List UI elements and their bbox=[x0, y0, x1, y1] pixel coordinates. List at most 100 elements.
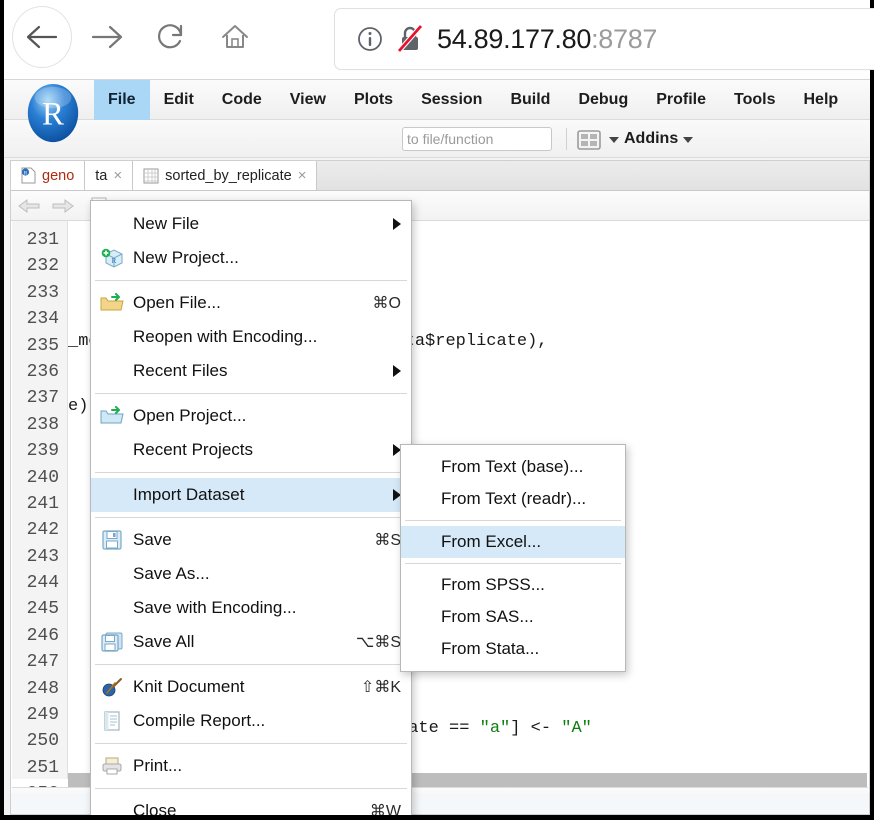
pane-layout-icon[interactable] bbox=[576, 129, 602, 151]
code-string: "A" bbox=[561, 718, 592, 738]
editor-tab-label: sorted_by_replicate bbox=[165, 167, 292, 184]
line-number: 238 bbox=[26, 414, 59, 435]
addins-button[interactable]: Addins bbox=[624, 130, 678, 148]
menubar-items: File Edit Code View Plots Session Build … bbox=[94, 80, 852, 120]
no-icon bbox=[99, 483, 125, 507]
url-text: 54.89.177.80:8787 bbox=[437, 24, 657, 55]
menu-separator bbox=[95, 788, 407, 789]
file-dropdown-menu: New File R New Project... Open File... ⌘… bbox=[90, 200, 412, 815]
editor-tab-partial[interactable]: ta × bbox=[85, 161, 134, 190]
goto-file-function-input[interactable]: to file/function bbox=[402, 127, 552, 151]
menu-item-new-project[interactable]: R New Project... bbox=[91, 241, 411, 275]
menu-item-import-dataset[interactable]: Import Dataset bbox=[91, 478, 411, 512]
menu-item-save-all[interactable]: Save All ⌥⌘S bbox=[91, 625, 411, 659]
menubar-item-edit[interactable]: Edit bbox=[150, 80, 208, 120]
menu-item-save[interactable]: Save ⌘S bbox=[91, 523, 411, 557]
menu-item-recent-files[interactable]: Recent Files bbox=[91, 354, 411, 388]
no-icon bbox=[99, 325, 125, 349]
menubar-item-session[interactable]: Session bbox=[407, 80, 496, 120]
reload-button[interactable] bbox=[142, 8, 200, 66]
line-number: 236 bbox=[26, 361, 59, 382]
menubar-item-code[interactable]: Code bbox=[208, 80, 276, 120]
save-icon bbox=[99, 528, 125, 552]
menubar-item-plots[interactable]: Plots bbox=[340, 80, 407, 120]
r-logo-icon: R bbox=[27, 83, 79, 143]
menu-item-recent-projects[interactable]: Recent Projects bbox=[91, 433, 411, 467]
info-circle-icon[interactable] bbox=[357, 26, 383, 52]
menu-item-label: Save As... bbox=[133, 564, 210, 583]
menubar-item-tools[interactable]: Tools bbox=[720, 80, 789, 120]
back-button[interactable] bbox=[12, 6, 72, 68]
report-icon bbox=[99, 709, 125, 733]
menubar-item-view[interactable]: View bbox=[276, 80, 340, 120]
r-script-icon: R bbox=[21, 167, 36, 184]
open-folder-icon bbox=[99, 291, 125, 315]
line-number: 247 bbox=[26, 652, 59, 673]
menu-item-label: Save bbox=[133, 530, 172, 549]
menu-item-shortcut: ⌘O bbox=[372, 295, 401, 312]
close-icon[interactable]: × bbox=[113, 167, 122, 184]
menubar-item-debug[interactable]: Debug bbox=[564, 80, 642, 120]
nav-back-arrow-icon[interactable] bbox=[17, 197, 43, 215]
submenu-item-from-sas[interactable]: From SAS... bbox=[401, 601, 625, 633]
line-number: 244 bbox=[26, 573, 59, 594]
new-project-icon: R bbox=[99, 246, 125, 270]
no-icon bbox=[99, 438, 125, 462]
no-icon bbox=[99, 359, 125, 383]
close-icon[interactable]: × bbox=[298, 167, 307, 184]
menu-item-close[interactable]: Close ⌘W bbox=[91, 794, 411, 815]
menu-item-save-with-encoding[interactable]: Save with Encoding... bbox=[91, 591, 411, 625]
editor-tab-sorted-by-replicate[interactable]: sorted_by_replicate × bbox=[133, 161, 318, 190]
menu-item-compile-report[interactable]: Compile Report... bbox=[91, 704, 411, 738]
menu-item-label: Save with Encoding... bbox=[133, 598, 297, 617]
no-icon bbox=[99, 799, 125, 815]
menu-item-open-project[interactable]: Open Project... bbox=[91, 399, 411, 433]
code-text: e) bbox=[68, 396, 89, 416]
editor-tab-label: ta bbox=[95, 167, 108, 184]
submenu-arrow-icon bbox=[393, 218, 401, 230]
menu-item-save-as[interactable]: Save As... bbox=[91, 557, 411, 591]
menubar-item-profile[interactable]: Profile bbox=[642, 80, 720, 120]
rstudio-toolbar: to file/function Addins bbox=[4, 120, 870, 158]
submenu-item-from-excel[interactable]: From Excel... bbox=[401, 526, 625, 558]
addins-chevron-down-icon[interactable] bbox=[683, 137, 693, 143]
menu-item-label: Close bbox=[133, 801, 177, 815]
line-number: 240 bbox=[26, 467, 59, 488]
submenu-item-from-text-readr[interactable]: From Text (readr)... bbox=[401, 483, 625, 515]
submenu-item-from-stata[interactable]: From Stata... bbox=[401, 633, 625, 665]
menu-separator bbox=[405, 520, 621, 521]
submenu-item-from-text-base[interactable]: From Text (base)... bbox=[401, 451, 625, 483]
menu-item-label: Save All bbox=[133, 632, 195, 651]
pane-layout-chevron-down-icon[interactable] bbox=[609, 137, 619, 143]
menu-separator bbox=[95, 517, 407, 518]
editor-tab-label: geno bbox=[42, 167, 75, 184]
menu-item-new-file[interactable]: New File bbox=[91, 207, 411, 241]
menu-item-label: Import Dataset bbox=[133, 485, 245, 504]
url-bar[interactable]: 54.89.177.80:8787 bbox=[334, 8, 874, 70]
browser-chrome: 54.89.177.80:8787 bbox=[4, 0, 874, 80]
submenu-item-from-spss[interactable]: From SPSS... bbox=[401, 569, 625, 601]
menu-item-label: New Project... bbox=[133, 248, 239, 267]
screenshot-root: 54.89.177.80:8787 File Edit Code View Pl… bbox=[0, 0, 874, 820]
menu-item-label: Open File... bbox=[133, 293, 221, 312]
menu-item-shortcut: ⌘S bbox=[374, 532, 401, 549]
menu-item-open-file[interactable]: Open File... ⌘O bbox=[91, 286, 411, 320]
menu-item-knit-document[interactable]: Knit Document ⇧⌘K bbox=[91, 670, 411, 704]
lock-crossed-out-icon[interactable] bbox=[397, 24, 423, 54]
forward-button[interactable] bbox=[78, 8, 136, 66]
line-number: 245 bbox=[26, 599, 59, 620]
menu-item-reopen-with-encoding[interactable]: Reopen with Encoding... bbox=[91, 320, 411, 354]
line-number: 239 bbox=[26, 441, 59, 462]
home-button[interactable] bbox=[206, 8, 264, 66]
editor-tab-row: R geno ta × sorted_by_replicate × bbox=[11, 161, 869, 191]
editor-tab-geno[interactable]: R geno bbox=[11, 161, 86, 190]
menu-item-print[interactable]: Print... bbox=[91, 749, 411, 783]
line-number: 232 bbox=[26, 256, 59, 277]
line-number: 251 bbox=[26, 757, 59, 778]
menu-item-shortcut: ⌥⌘S bbox=[355, 634, 401, 651]
nav-forward-arrow-icon[interactable] bbox=[49, 197, 75, 215]
menubar-item-file[interactable]: File bbox=[94, 80, 150, 120]
menubar-item-help[interactable]: Help bbox=[790, 80, 853, 120]
menubar-item-build[interactable]: Build bbox=[496, 80, 564, 120]
menu-item-label: New File bbox=[133, 214, 200, 233]
